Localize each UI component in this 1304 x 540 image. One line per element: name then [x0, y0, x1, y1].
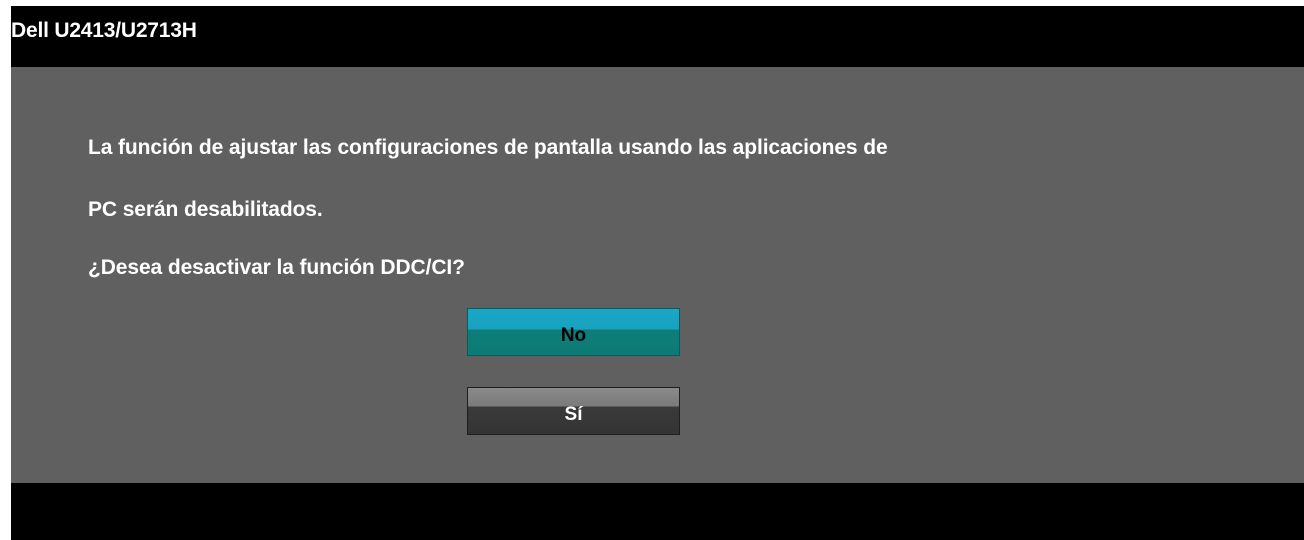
- confirmation-question: ¿Desea desactivar la función DDC/CI?: [88, 256, 465, 279]
- osd-dialog-body: La función de ajustar las configuracione…: [11, 67, 1304, 483]
- osd-footer: [11, 483, 1304, 540]
- monitor-model-title: Dell U2413/U2713H: [11, 19, 197, 42]
- yes-button[interactable]: Sí: [467, 387, 680, 435]
- yes-button-label: Sí: [564, 404, 583, 425]
- osd-header: Dell U2413/U2713H: [11, 6, 1304, 67]
- no-button[interactable]: No: [467, 308, 680, 356]
- message-line-2: PC serán desabilitados.: [88, 198, 323, 221]
- no-button-label: No: [560, 325, 587, 346]
- osd-window: Dell U2413/U2713H La función de ajustar …: [11, 6, 1304, 540]
- message-line-1: La función de ajustar las configuracione…: [88, 136, 888, 159]
